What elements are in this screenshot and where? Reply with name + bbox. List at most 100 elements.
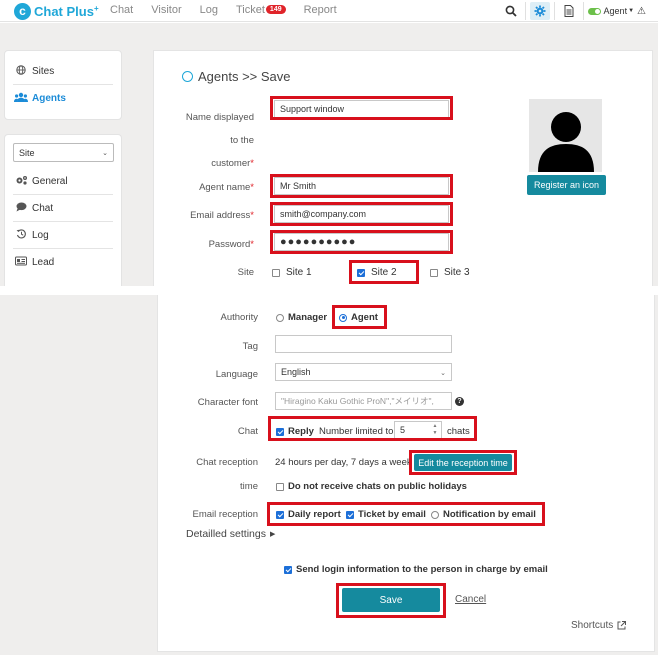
id-card-icon xyxy=(14,256,28,269)
checkbox-checked-icon xyxy=(284,565,292,574)
history-icon xyxy=(14,229,28,242)
globe-icon xyxy=(14,65,28,78)
caret-right-icon: ▶ xyxy=(269,531,276,538)
highlight-box xyxy=(336,583,446,618)
gear-icon[interactable] xyxy=(529,2,550,20)
sidebar-item-label: Lead xyxy=(32,257,55,268)
site-1-checkbox[interactable]: Site 1 xyxy=(272,267,312,278)
sidebar-item-sites[interactable]: Sites xyxy=(5,58,121,85)
document-icon[interactable] xyxy=(559,2,579,20)
site-select-value: Site xyxy=(19,147,35,158)
language-label: Language xyxy=(215,369,258,380)
users-icon xyxy=(14,92,28,105)
main-nav: Chat Visitor Log Ticket 149 Report xyxy=(110,4,355,16)
page-title-text: Agents >> Save xyxy=(198,69,291,84)
reception-time-value: 24 hours per day, 7 days a week xyxy=(275,457,412,468)
highlight-box xyxy=(268,416,477,441)
highlight-box xyxy=(349,260,419,284)
sidebar-item-label: General xyxy=(32,176,68,187)
chat-reception-label: Chat reception xyxy=(196,457,258,468)
avatar xyxy=(529,99,602,172)
sidebar-site-card: Site ⌄ General Chat Log Lead xyxy=(4,134,122,286)
site-3-checkbox[interactable]: Site 3 xyxy=(430,267,470,278)
email-address-label: Email address* xyxy=(190,210,254,221)
gears-icon xyxy=(14,175,28,188)
language-select[interactable]: English ⌄ xyxy=(275,363,452,381)
nav-chat[interactable]: Chat xyxy=(110,4,133,16)
highlight-box xyxy=(270,96,453,120)
public-holiday-checkbox[interactable]: Do not receive chats on public holidays xyxy=(276,481,467,492)
detailed-settings-toggle[interactable]: Detailled settings ▶ xyxy=(186,528,275,540)
cancel-link[interactable]: Cancel xyxy=(455,594,486,605)
agent-status-label: Agent xyxy=(603,6,628,16)
highlight-box xyxy=(332,305,387,329)
tag-field[interactable] xyxy=(275,335,452,353)
caret-down-icon: ▼ xyxy=(628,8,635,14)
agent-status-toggle[interactable]: Agent ▼ ⚠ xyxy=(587,5,646,17)
divider xyxy=(553,2,555,20)
character-font-field[interactable]: "Hiragino Kaku Gothic ProN","メイリオ", xyxy=(275,392,452,410)
chat-label: Chat xyxy=(237,426,258,437)
online-toggle-icon xyxy=(587,7,601,15)
chat-plus-logo-icon: c xyxy=(14,2,31,20)
nav-ticket-label: Ticket xyxy=(235,4,265,16)
tag-label: Tag xyxy=(242,341,258,352)
shortcuts-link[interactable]: Shortcuts xyxy=(571,620,627,631)
warning-icon: ⚠ xyxy=(637,5,646,17)
checkbox-icon xyxy=(272,268,280,277)
circle-icon xyxy=(182,71,193,82)
section-gap xyxy=(0,286,658,295)
user-silhouette-icon xyxy=(537,112,594,172)
sidebar-top-card: Sites Agents xyxy=(4,50,122,120)
sidebar-item-lead[interactable]: Lead xyxy=(5,249,121,276)
chevron-down-icon: ⌄ xyxy=(102,149,108,157)
top-bar: c Chat Plus+ Chat Visitor Log Ticket 149 … xyxy=(0,0,658,22)
register-icon-button[interactable]: Register an icon xyxy=(527,175,606,195)
nav-ticket[interactable]: Ticket 149 xyxy=(236,4,286,16)
character-font-label: Character font xyxy=(197,397,258,408)
checkbox-icon xyxy=(276,482,284,491)
logo[interactable]: c Chat Plus+ xyxy=(14,2,99,20)
send-login-info-checkbox[interactable]: Send login information to the person in … xyxy=(284,564,548,575)
agent-form-upper: Agents >> Save Name displayed to the cus… xyxy=(153,50,653,286)
divider xyxy=(582,2,584,20)
page-title: Agents >> Save xyxy=(182,69,291,84)
divider xyxy=(524,2,526,20)
sidebar-item-chat[interactable]: Chat xyxy=(5,195,121,222)
checkbox-icon xyxy=(430,268,438,277)
sidebar-item-log[interactable]: Log xyxy=(5,222,121,249)
password-label: Password* xyxy=(208,239,254,250)
sidebar-item-agents[interactable]: Agents xyxy=(5,85,121,112)
nav-report[interactable]: Report xyxy=(304,4,337,16)
authority-manager-radio[interactable]: Manager xyxy=(276,312,327,323)
ticket-count-badge: 149 xyxy=(265,5,286,14)
highlight-box xyxy=(270,230,453,254)
agent-form-lower: Authority Manager Agent Tag Language Eng… xyxy=(157,295,655,652)
logo-text: Chat Plus+ xyxy=(34,3,99,19)
highlight-box xyxy=(270,174,453,198)
radio-icon xyxy=(276,313,284,322)
email-reception-label: Email reception xyxy=(192,509,258,520)
search-icon[interactable] xyxy=(501,2,521,20)
chat-bubble-icon xyxy=(14,202,28,215)
top-right-tools: Agent ▼ ⚠ xyxy=(501,2,646,20)
help-icon[interactable]: ? xyxy=(455,397,464,406)
nav-visitor[interactable]: Visitor xyxy=(151,4,181,16)
chat-reception-label-line2: time xyxy=(240,481,258,492)
highlight-box xyxy=(270,202,453,226)
external-link-icon xyxy=(617,621,627,630)
highlight-box xyxy=(409,450,517,475)
highlight-box xyxy=(267,502,545,526)
agent-name-label: Agent name* xyxy=(199,182,254,193)
chevron-down-icon: ⌄ xyxy=(440,370,446,377)
sidebar-item-general[interactable]: General xyxy=(5,168,121,195)
name-displayed-label: Name displayed to the customer* xyxy=(185,112,254,169)
sidebar-item-label: Agents xyxy=(32,93,66,104)
site-label: Site xyxy=(237,267,254,278)
authority-label: Authority xyxy=(220,312,259,323)
sidebar-item-label: Log xyxy=(32,230,49,241)
sidebar-item-label: Chat xyxy=(32,203,54,214)
site-select[interactable]: Site ⌄ xyxy=(13,143,114,162)
sidebar-item-label: Sites xyxy=(32,66,55,77)
nav-log[interactable]: Log xyxy=(200,4,218,16)
